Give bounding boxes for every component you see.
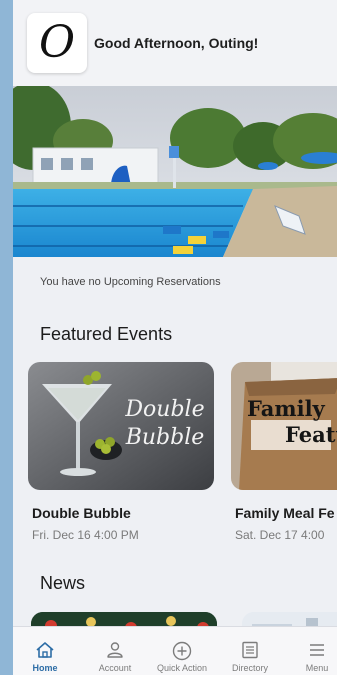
event-date: Sat. Dec 17 4:00 [235,528,325,542]
bottom-tab-bar: Home Account Quick Action Directory Menu [13,626,337,675]
tab-home[interactable]: Home [13,627,77,675]
event-card-double-bubble[interactable]: Double Bubble [28,362,214,490]
pool-photo [13,86,337,257]
event-image-caption: Double Bubble [125,397,205,450]
person-icon [107,642,123,658]
home-icon [36,642,54,658]
tab-account[interactable]: Account [83,627,147,675]
list-icon [242,641,258,659]
tab-menu[interactable]: Menu [285,627,337,675]
app-screen: O Good Afternoon, Outing! You have no Up… [13,0,337,675]
news-title: News [40,573,86,593]
tab-quick-action[interactable]: Quick Action [150,627,214,675]
event-card-family-meal[interactable]: Family Featu [231,362,337,490]
club-logo[interactable]: O [27,13,87,73]
reservations-message: You have no Upcoming Reservations [40,276,221,288]
event-date: Fri. Dec 16 4:00 PM [32,528,139,542]
featured-events-title: Featured Events [40,324,173,344]
event-name[interactable]: Family Meal Fe [235,505,335,521]
hamburger-icon [310,644,324,656]
event-name[interactable]: Double Bubble [32,505,131,521]
plus-circle-icon [172,641,192,661]
hero-image [13,86,337,257]
header: O Good Afternoon, Outing! [13,0,337,88]
logo-letter: O [38,17,76,68]
tab-directory[interactable]: Directory [218,627,282,675]
greeting-text: Good Afternoon, Outing! [94,35,259,51]
event-image-caption: Family Featu [247,396,337,447]
